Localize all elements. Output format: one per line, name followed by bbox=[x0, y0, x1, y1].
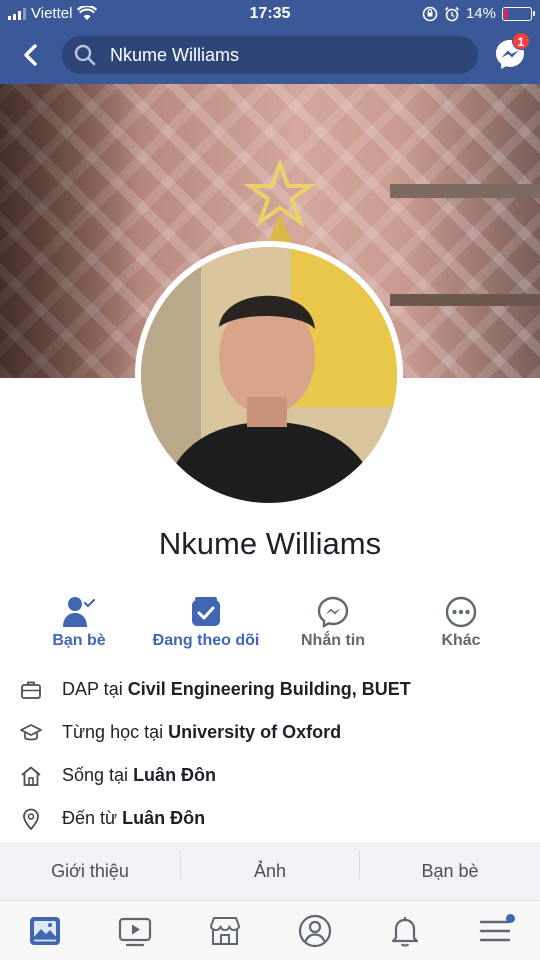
status-right: 14% bbox=[422, 5, 535, 22]
notifications-bell-icon[interactable] bbox=[387, 913, 423, 949]
info-work-prefix: DAP tại bbox=[62, 679, 128, 699]
graduation-cap-icon bbox=[20, 723, 42, 740]
info-from-prefix: Đến từ bbox=[62, 808, 123, 828]
tab-friends[interactable]: Bạn bè bbox=[360, 861, 540, 882]
info-row-lives-in[interactable]: Sống tại Luân Đôn bbox=[0, 754, 540, 797]
following-label: Đang theo dõi bbox=[152, 632, 260, 649]
info-work-value[interactable]: Civil Engineering Building, BUET bbox=[128, 679, 411, 699]
info-row-from[interactable]: Đến từ Luân Đôn bbox=[0, 797, 540, 840]
bottom-navigation bbox=[0, 900, 540, 960]
more-button[interactable]: Khác bbox=[396, 594, 526, 650]
search-bar[interactable]: Nkume Williams bbox=[62, 36, 478, 74]
info-from-value[interactable]: Luân Đôn bbox=[122, 808, 205, 828]
friends-button[interactable]: Bạn bè bbox=[14, 594, 144, 650]
info-lives-value[interactable]: Luân Đôn bbox=[133, 765, 216, 785]
friends-check-icon bbox=[63, 597, 96, 627]
more-dots-icon bbox=[445, 596, 477, 628]
message-button[interactable]: Nhắn tin bbox=[268, 594, 398, 650]
profile-icon[interactable] bbox=[297, 913, 333, 949]
info-lives-prefix: Sống tại bbox=[62, 765, 134, 785]
profile-tabs: Giới thiệu Ảnh Bạn bè bbox=[0, 842, 540, 900]
status-bar: Viettel 17:35 14% bbox=[0, 0, 540, 28]
nav-row: Nkume Williams 1 bbox=[0, 32, 540, 78]
more-label: Khác bbox=[441, 632, 481, 649]
profile-picture-frame[interactable] bbox=[135, 241, 403, 509]
info-row-education[interactable]: Từng học tại University of Oxford bbox=[0, 711, 540, 754]
battery-icon bbox=[502, 6, 535, 21]
info-row-work[interactable]: DAP tại Civil Engineering Building, BUET bbox=[0, 668, 540, 711]
message-label: Nhắn tin bbox=[301, 632, 365, 649]
menu-notification-dot bbox=[506, 914, 515, 923]
messenger-icon bbox=[317, 596, 349, 629]
marketplace-icon[interactable] bbox=[207, 913, 243, 949]
news-feed-icon[interactable] bbox=[27, 913, 63, 949]
briefcase-icon bbox=[21, 681, 41, 699]
messenger-badge: 1 bbox=[512, 32, 530, 50]
info-education-prefix: Từng học tại bbox=[62, 722, 169, 742]
profile-actions: Bạn bè Đang theo dõi Nhắn tin Khác bbox=[0, 594, 540, 660]
search-text: Nkume Williams bbox=[110, 44, 240, 65]
profile-name: Nkume Williams bbox=[158, 526, 382, 561]
orientation-lock-icon bbox=[422, 6, 438, 21]
following-feed-icon bbox=[192, 597, 220, 626]
profile-picture[interactable] bbox=[141, 247, 397, 503]
watch-video-icon[interactable] bbox=[117, 913, 153, 949]
tab-about[interactable]: Giới thiệu bbox=[0, 861, 180, 882]
info-education-value[interactable]: University of Oxford bbox=[168, 722, 341, 742]
search-icon bbox=[74, 44, 96, 66]
alarm-icon bbox=[444, 6, 460, 21]
back-arrow-icon[interactable] bbox=[16, 40, 46, 70]
home-icon bbox=[21, 766, 41, 786]
following-button[interactable]: Đang theo dõi bbox=[141, 594, 271, 650]
location-pin-icon bbox=[23, 808, 39, 830]
battery-percent: 14% bbox=[465, 5, 496, 22]
top-header: Viettel 17:35 14% Nkume Williams 1 bbox=[0, 0, 540, 84]
friends-label: Bạn bè bbox=[52, 632, 106, 649]
profile-photo-image bbox=[141, 247, 397, 503]
tab-photos[interactable]: Ảnh bbox=[180, 850, 360, 882]
